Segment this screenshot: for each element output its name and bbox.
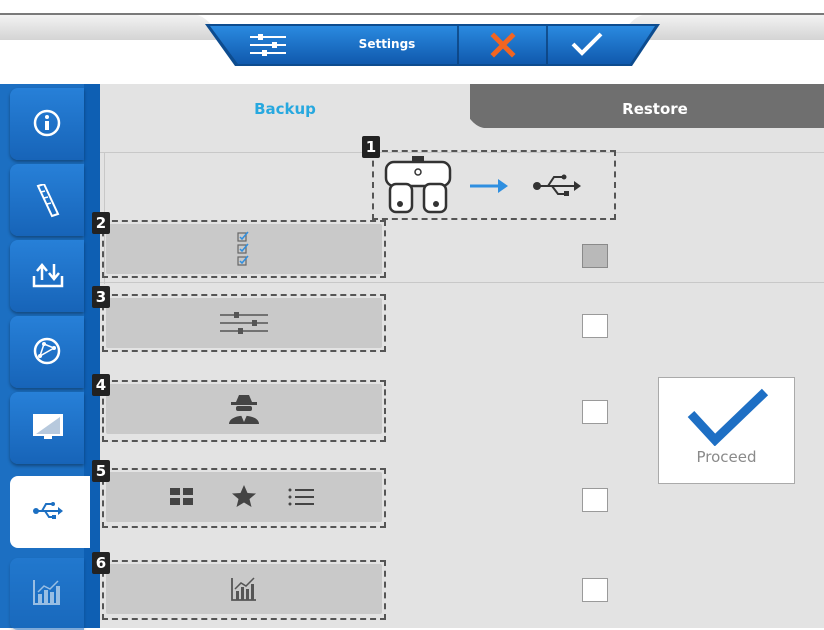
sidebar-item-compass[interactable] (10, 316, 84, 388)
top-toolbar-area: Settings (0, 0, 824, 84)
proceed-label: Proceed (696, 448, 757, 466)
step-2-outline (102, 220, 386, 278)
sidebar-item-transfer[interactable] (10, 240, 84, 312)
checkmark-icon (685, 388, 769, 450)
sidebar (0, 84, 100, 630)
step-4-outline (102, 380, 386, 442)
confirm-button[interactable] (550, 24, 630, 64)
step-number-2: 2 (92, 212, 110, 234)
step-number-3: 3 (92, 286, 110, 308)
checkmark-icon (570, 30, 604, 62)
settings-label: Settings (358, 37, 416, 51)
cancel-button[interactable] (462, 24, 544, 64)
sidebar-item-chart[interactable] (10, 558, 84, 630)
close-icon (490, 32, 516, 62)
sidebar-item-display[interactable] (10, 392, 84, 464)
main-panel: Backup Restore 1 2 3 4 5 6 Proceed (92, 84, 824, 628)
divider (100, 282, 824, 283)
row-checkbox[interactable] (582, 578, 608, 602)
row-checkbox[interactable] (582, 400, 608, 424)
step-number-1: 1 (362, 136, 380, 158)
step-6-outline (102, 560, 386, 620)
arrow-right-icon (470, 178, 510, 198)
sidebar-item-usb[interactable] (10, 476, 90, 548)
proceed-button[interactable]: Proceed (658, 377, 795, 484)
tab-restore-label: Restore (622, 100, 688, 118)
usb-icon (532, 172, 582, 204)
phoropter-icon (380, 154, 456, 218)
sidebar-item-ruler[interactable] (10, 164, 84, 236)
tab-backup-label: Backup (254, 100, 316, 118)
row-checkbox[interactable] (582, 244, 608, 268)
row-checkbox[interactable] (582, 488, 608, 512)
sliders-icon (248, 32, 288, 62)
step-number-5: 5 (92, 460, 110, 482)
step-3-outline (102, 294, 386, 352)
step-number-4: 4 (92, 374, 110, 396)
step-number-6: 6 (92, 552, 110, 574)
row-checkbox[interactable] (582, 314, 608, 338)
sidebar-item-info[interactable] (10, 88, 84, 160)
step-5-outline (102, 468, 386, 528)
